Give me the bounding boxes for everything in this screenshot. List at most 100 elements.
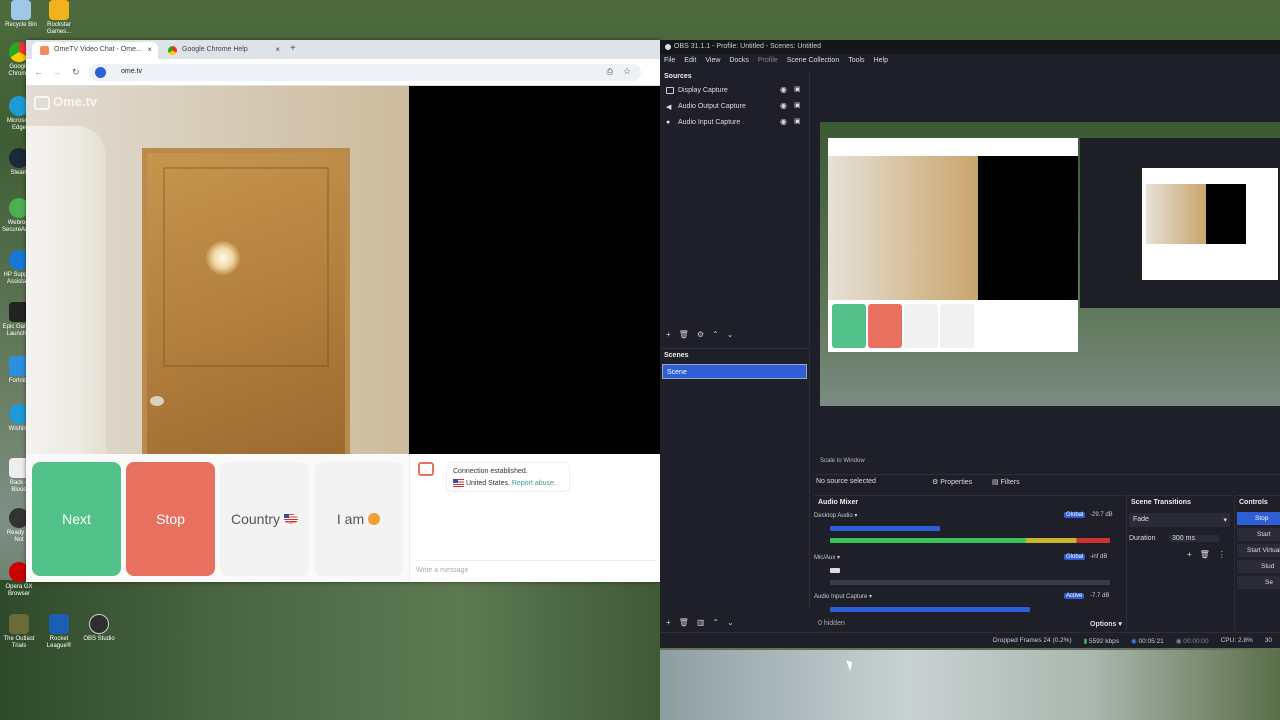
menu-tools[interactable]: Tools [848, 57, 864, 68]
new-tab-icon[interactable]: + [290, 43, 296, 54]
visibility-eye-icon[interactable]: ◉ [780, 101, 787, 110]
mic-volume-slider[interactable] [830, 568, 840, 573]
url-bar[interactable]: ome.tv ⎙ ☆ [89, 64, 641, 81]
report-abuse-link[interactable]: Report abuse. [512, 480, 556, 487]
move-down-icon[interactable]: ⌄ [727, 618, 734, 627]
ometv-page: Ome.tv Next Stop Country I am Connection… [26, 86, 660, 582]
studio-mode-button[interactable]: Stud [1237, 560, 1280, 573]
ometv-favicon [40, 46, 49, 55]
sources-dock: Sources Display Capture ◉ ▣ ◀ Audio Output … [660, 70, 810, 346]
menu-view[interactable]: View [705, 57, 720, 68]
lock-icon[interactable]: ▣ [794, 101, 801, 109]
desktop-audio-meter [830, 538, 1110, 543]
source-settings-icon[interactable]: ⚙ [697, 330, 704, 339]
preview-obs-capture [1080, 138, 1280, 308]
close-tab-icon[interactable]: × [147, 45, 152, 54]
filters-button[interactable]: ▤ Filters [992, 478, 1020, 486]
scenes-dock: Scenes Scene [660, 348, 810, 610]
more-icon[interactable]: ⋮ [1218, 550, 1226, 559]
move-up-icon[interactable]: ⌃ [712, 330, 719, 339]
move-up-icon[interactable]: ⌃ [712, 618, 719, 627]
source-display-capture[interactable]: Display Capture ◉ ▣ [660, 83, 809, 99]
mic-meter [830, 580, 1110, 585]
desktop-icon-outlast[interactable]: The Outlast Trials [2, 614, 36, 650]
boy-emoji-icon [368, 513, 381, 525]
lock-icon[interactable]: ▣ [794, 85, 801, 93]
tab-ometv[interactable]: OmeTV Video Chat - Ome... × [32, 42, 158, 59]
move-down-icon[interactable]: ⌄ [727, 330, 734, 339]
tab-chrome-help[interactable]: Google Chrome Help × [160, 42, 286, 59]
visibility-eye-icon[interactable]: ◉ [780, 117, 787, 126]
desktop-icon-rocket-league[interactable]: Rocket League® [42, 614, 76, 650]
menu-file[interactable]: File [664, 57, 675, 68]
microphone-icon: ● [666, 119, 671, 126]
transition-toolbar: + 🗑 ⋮ [1187, 550, 1226, 559]
obs-window: OBS 31.1.1 - Profile: Untitled - Scenes:… [660, 40, 1280, 648]
add-source-icon[interactable]: + [666, 330, 671, 339]
mixer-options[interactable]: Options ▾ [1090, 620, 1122, 628]
start-virtual-camera-button[interactable]: Start Virtual [1237, 544, 1280, 557]
menu-docks[interactable]: Docks [729, 57, 748, 68]
message-input[interactable]: Write a message [416, 560, 656, 574]
stop-button[interactable]: Stop [126, 462, 215, 576]
stop-streaming-button[interactable]: Stop [1237, 512, 1280, 525]
menu-profile[interactable]: Profile [758, 57, 778, 68]
desktop-icon-obs[interactable]: OBS Studio [82, 614, 116, 643]
rocket-league-icon [49, 614, 69, 634]
sources-header: Sources [664, 73, 692, 80]
preview-chrome-capture [828, 138, 1078, 352]
door-image [142, 148, 350, 456]
transition-select[interactable]: Fade ▾ [1129, 513, 1230, 527]
remove-transition-icon[interactable]: 🗑 [1200, 550, 1210, 559]
next-button[interactable]: Next [32, 462, 121, 576]
hidden-count: 0 hidden [818, 620, 845, 627]
audio-input-volume-slider[interactable] [830, 607, 1030, 612]
cpu-usage: CPU: 2.8% [1220, 637, 1253, 644]
source-audio-input[interactable]: ● Audio Input Capture ◉ ▣ [660, 115, 809, 131]
add-transition-icon[interactable]: + [1187, 550, 1192, 559]
menu-help[interactable]: Help [874, 57, 888, 68]
start-recording-button[interactable]: Start [1237, 528, 1280, 541]
bookmark-star-icon[interactable]: ☆ [623, 66, 631, 77]
close-tab-icon[interactable]: × [275, 45, 280, 54]
menu-scene-collection[interactable]: Scene Collection [787, 57, 840, 68]
install-icon[interactable]: ⎙ [607, 67, 613, 77]
chevron-down-icon: ▾ [1223, 517, 1227, 524]
visibility-eye-icon[interactable]: ◉ [780, 85, 787, 94]
speaker-icon: ◀ [666, 104, 672, 111]
lock-icon[interactable]: ▣ [794, 117, 801, 125]
scale-to-window[interactable]: Scale to Window [820, 458, 865, 464]
site-info-icon[interactable] [95, 67, 106, 78]
reload-icon[interactable]: ↻ [72, 67, 80, 78]
remove-source-icon[interactable]: 🗑 [679, 330, 689, 339]
address-row: ← → ↻ ome.tv ⎙ ☆ [26, 59, 660, 86]
duration-row: Duration 300 ms [1127, 531, 1232, 546]
settings-button[interactable]: Se [1237, 576, 1280, 589]
scene-item[interactable]: Scene [662, 364, 807, 379]
source-audio-output[interactable]: ◀ Audio Output Capture ◉ ▣ [660, 99, 809, 115]
forward-icon[interactable]: → [52, 67, 61, 77]
menu-edit[interactable]: Edit [684, 57, 696, 68]
desktop-audio-volume-slider[interactable] [830, 526, 940, 531]
desktop-icon-rockstar[interactable]: Rockstar Games... [42, 0, 76, 36]
desktop-icon-recycle-bin[interactable]: Recycle Bin [4, 0, 38, 29]
gender-button[interactable]: I am [314, 462, 403, 576]
scene-filter-icon[interactable]: ▥ [697, 618, 705, 627]
obs-icon [89, 614, 109, 634]
mixer-mic-aux: Mic/Aux ▾ Global -inf dB [814, 554, 1108, 561]
local-camera-feed: Ome.tv [26, 86, 409, 456]
no-source-label: No source selected [816, 478, 876, 485]
country-button[interactable]: Country [220, 462, 309, 576]
back-icon[interactable]: ← [34, 67, 43, 77]
scenes-toolbar: + 🗑 ▥ ⌃ ⌄ [666, 618, 734, 627]
obs-logo-icon [665, 44, 671, 50]
monitor-icon [666, 87, 674, 94]
duration-input[interactable]: 300 ms [1169, 535, 1219, 542]
properties-button[interactable]: ⚙ Properties [932, 478, 972, 486]
scene-transitions-dock: Scene Transitions Fade ▾ Duration 300 ms +… [1126, 495, 1232, 630]
tab-strip: OmeTV Video Chat - Ome... × Google Chrom… [26, 40, 660, 59]
add-scene-icon[interactable]: + [666, 618, 671, 627]
remove-scene-icon[interactable]: 🗑 [679, 618, 689, 627]
wallpaper-lake [0, 580, 660, 720]
obs-preview[interactable] [820, 122, 1280, 406]
